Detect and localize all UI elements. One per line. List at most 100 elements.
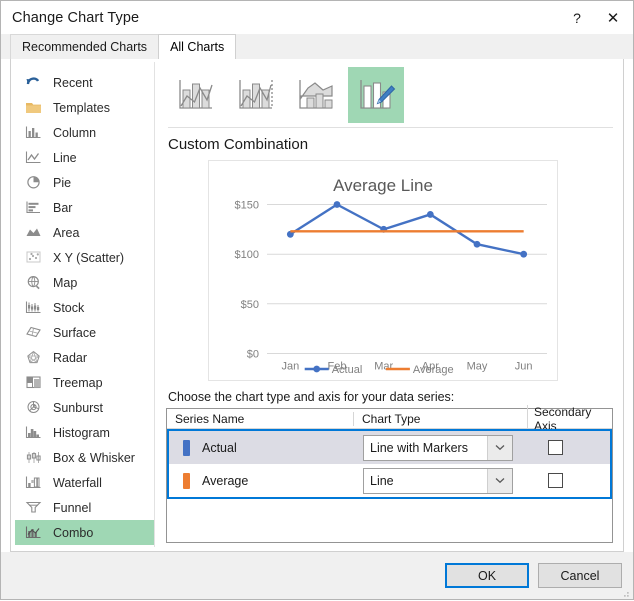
sidebar-item-pie[interactable]: Pie — [15, 170, 154, 195]
change-chart-type-dialog: Change Chart Type ? ✕ Recommended Charts… — [0, 0, 634, 600]
histogram-chart-icon — [23, 424, 43, 442]
legend-marker — [312, 365, 320, 373]
sidebar-item-label: Sunburst — [53, 400, 104, 415]
cancel-button[interactable]: Cancel — [538, 563, 622, 588]
sidebar-item-recent[interactable]: Recent — [15, 70, 154, 95]
surface-chart-icon — [23, 324, 43, 342]
sidebar-item-label: Box & Whisker — [53, 450, 135, 465]
sidebar-item-area[interactable]: Area — [15, 220, 154, 245]
series-name-label: Actual — [202, 440, 237, 455]
help-icon[interactable]: ? — [561, 3, 593, 33]
sidebar-item-label: Pie — [53, 175, 72, 190]
sidebar-item-funnel[interactable]: Funnel — [15, 495, 154, 520]
series-table: Series Name Chart Type Secondary Axis Ac… — [166, 404, 613, 543]
data-point — [473, 240, 480, 248]
sidebar-item-treemap[interactable]: Treemap — [15, 370, 154, 395]
sidebar-item-column[interactable]: Column — [15, 120, 154, 145]
column-chart-icon — [23, 124, 43, 142]
sidebar-item-waterfall[interactable]: Waterfall — [15, 470, 154, 495]
chart-type-cell: Line with Markers — [355, 434, 525, 461]
sidebar-item-label: Map — [53, 275, 78, 290]
sidebar-item-label: X Y (Scatter) — [53, 250, 125, 265]
sidebar-item-box-whisker[interactable]: Box & Whisker — [15, 445, 154, 470]
svg-text:$100: $100 — [234, 249, 258, 261]
line-chart-icon — [23, 149, 43, 167]
sidebar-item-stock[interactable]: Stock — [15, 295, 154, 320]
combo-type-custom-combination[interactable] — [348, 67, 404, 123]
data-point — [519, 250, 527, 258]
data-point — [333, 201, 340, 208]
combo-type-clustered-column-line-secondary-axis[interactable] — [228, 67, 284, 123]
tab-recommended-charts[interactable]: Recommended Charts — [10, 34, 160, 59]
table-row[interactable]: Actual Line with Markers — [169, 431, 610, 464]
stock-chart-icon — [23, 299, 43, 317]
chart-type-dropdown-average[interactable]: Line — [363, 467, 513, 494]
sidebar-item-label: Line — [53, 150, 77, 165]
chevron-down-icon[interactable] — [487, 435, 512, 460]
data-point — [426, 211, 434, 218]
sidebar-item-bar[interactable]: Bar — [15, 195, 154, 220]
sidebar-item-label: Treemap — [53, 375, 103, 390]
series-name-cell: Actual — [169, 439, 355, 456]
secondary-axis-checkbox-actual[interactable] — [548, 440, 563, 455]
svg-text:$0: $0 — [246, 349, 258, 361]
chart-type-value: Line — [370, 473, 394, 488]
svg-text:Average Line: Average Line — [333, 176, 433, 195]
sidebar-item-label: Surface — [53, 325, 97, 340]
combo-type-stacked-area-clustered-column[interactable] — [288, 67, 344, 123]
sidebar-item-label: Funnel — [53, 500, 92, 515]
area-chart-icon — [23, 224, 43, 242]
svg-text:Jun: Jun — [514, 361, 532, 373]
sidebar-item-combo[interactable]: Combo — [15, 520, 154, 545]
sidebar-item-label: Radar — [53, 350, 88, 365]
recent-arrow-icon — [23, 74, 43, 92]
sunburst-chart-icon — [23, 399, 43, 417]
sidebar-item-label: Column — [53, 125, 97, 140]
average-line-chart: Average Line $0$50$100$150 Jan Feb Mar Apr M… — [208, 161, 557, 380]
secondary-axis-checkbox-average[interactable] — [548, 473, 563, 488]
ok-button[interactable]: OK — [445, 563, 529, 588]
resize-grip-icon[interactable] — [620, 587, 630, 597]
combo-chart-icon — [23, 524, 43, 542]
series-name-cell: Average — [169, 472, 355, 489]
svg-text:$50: $50 — [240, 299, 258, 311]
sidebar-item-label: Waterfall — [53, 475, 102, 490]
sidebar-item-histogram[interactable]: Histogram — [15, 420, 154, 445]
svg-text:May: May — [466, 361, 487, 373]
sidebar-item-templates[interactable]: Templates — [15, 95, 154, 120]
treemap-chart-icon — [23, 374, 43, 392]
sidebar-item-map[interactable]: Map — [15, 270, 154, 295]
chart-preview: Average Line $0 $50 $100 $150 Jan Feb Mar Apr M… — [207, 160, 558, 381]
pie-chart-icon — [23, 174, 43, 192]
chart-type-dropdown-actual[interactable]: Line with Markers — [363, 434, 513, 461]
tab-all-charts[interactable]: All Charts — [158, 34, 237, 59]
sidebar-item-label: Histogram — [53, 425, 110, 440]
sidebar-item-line[interactable]: Line — [15, 145, 154, 170]
series-name-label: Average — [202, 473, 249, 488]
sidebar-item-sunburst[interactable]: Sunburst — [15, 395, 154, 420]
dialog-title: Change Chart Type — [12, 9, 140, 26]
combo-type-clustered-column-line[interactable] — [168, 67, 224, 123]
chevron-down-icon[interactable] — [487, 468, 512, 493]
title-bar: Change Chart Type ? ✕ — [1, 1, 633, 34]
svg-text:Mar: Mar — [374, 361, 393, 373]
folder-icon — [23, 99, 43, 117]
sidebar-item-label: Bar — [53, 200, 73, 215]
series-table-header: Series Name Chart Type Secondary Axis — [167, 404, 612, 433]
sidebar-item-xy-scatter[interactable]: X Y (Scatter) — [15, 245, 154, 270]
main-panel: Recent Templates Column Line Pie Bar Are… — [10, 58, 624, 552]
bar-chart-icon — [23, 199, 43, 217]
svg-text:$150: $150 — [234, 200, 258, 212]
secondary-axis-cell — [525, 473, 610, 488]
sidebar-item-label: Recent — [53, 75, 93, 90]
sidebar-item-label: Combo — [53, 525, 94, 540]
table-row[interactable]: Average Line — [169, 464, 610, 497]
sidebar-item-label: Stock — [53, 300, 85, 315]
chart-type-value: Line with Markers — [370, 440, 468, 455]
legend-label: Actual — [331, 364, 362, 376]
sidebar-item-radar[interactable]: Radar — [15, 345, 154, 370]
sidebar-item-surface[interactable]: Surface — [15, 320, 154, 345]
close-icon[interactable]: ✕ — [593, 3, 633, 33]
series-color-swatch — [183, 439, 190, 456]
chart-type-cell: Line — [355, 467, 525, 494]
